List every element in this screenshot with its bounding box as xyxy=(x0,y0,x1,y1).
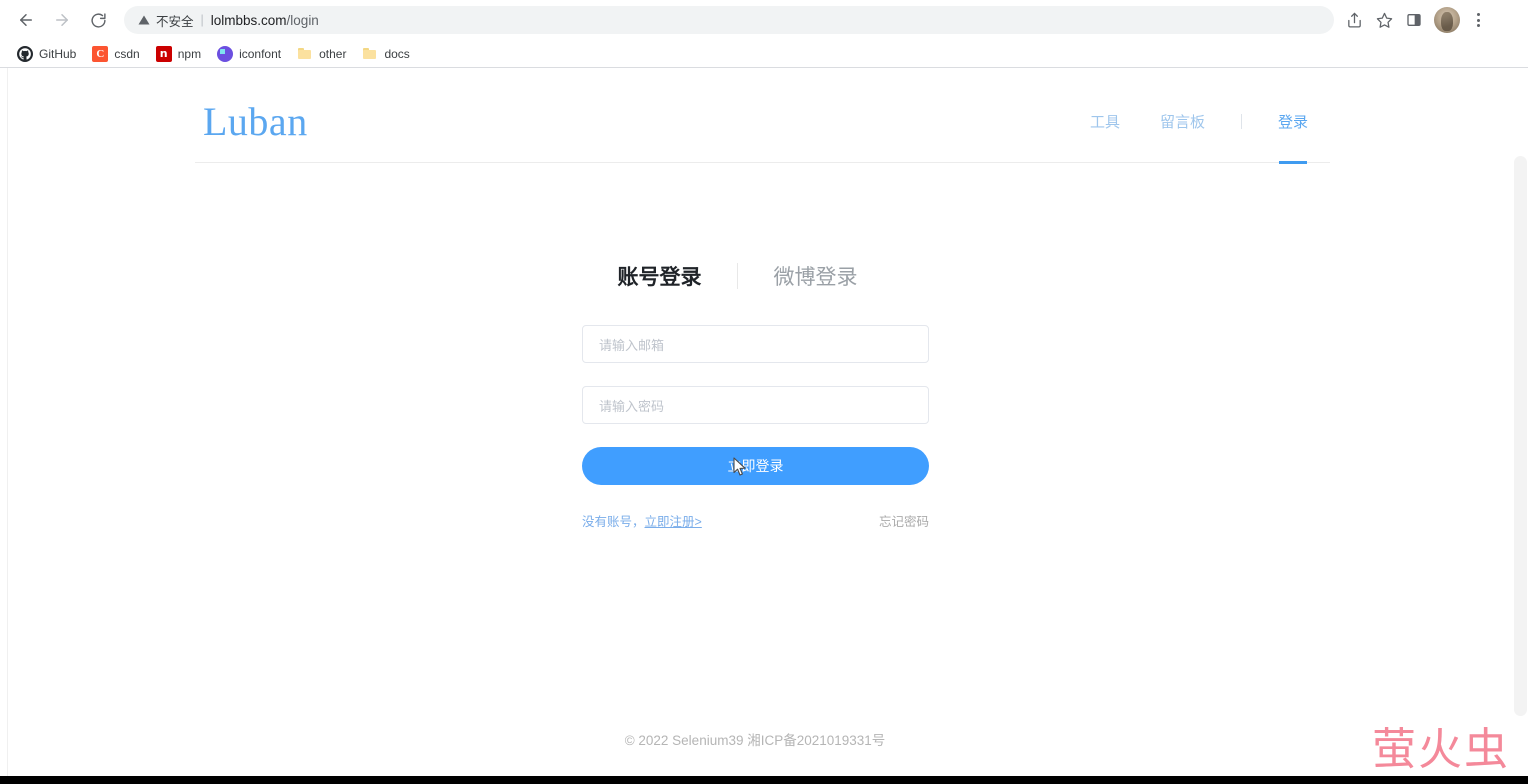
forgot-password-link[interactable]: 忘记密码 xyxy=(879,511,929,530)
bookmark-label: csdn xyxy=(114,46,140,61)
side-panel-icon[interactable] xyxy=(1400,6,1428,34)
register-link[interactable]: 没有账号，立即注册> xyxy=(582,511,702,530)
tab-weibo-login[interactable]: 微博登录 xyxy=(738,261,893,291)
bookmark-github[interactable]: GitHub xyxy=(10,43,83,65)
bookmark-label: other xyxy=(319,46,347,61)
bookmarks-bar: GitHub C csdn n npm iconfont other docs xyxy=(0,40,1528,67)
screen-bottom-strip xyxy=(0,776,1528,784)
tab-account-login[interactable]: 账号登录 xyxy=(582,261,737,291)
nav-item-login[interactable]: 登录 xyxy=(1258,81,1328,162)
back-button[interactable] xyxy=(11,5,41,35)
bookmark-label: npm xyxy=(177,46,202,61)
page-viewport: Luban 工具 留言板 登录 账号登录 微博登录 请输入邮箱 请输入密码 立即… xyxy=(0,68,1528,776)
site-header: Luban 工具 留言板 登录 xyxy=(195,81,1330,163)
watermark: 萤火虫 xyxy=(1372,725,1510,774)
url-path: /login xyxy=(286,12,319,28)
page-left-gutter xyxy=(0,68,8,776)
login-card: 账号登录 微博登录 请输入邮箱 请输入密码 立即登录 没有账号，立即注册> 忘记… xyxy=(582,261,929,530)
nav-item-message-board[interactable]: 留言板 xyxy=(1140,81,1225,162)
scrollbar-thumb[interactable] xyxy=(1514,156,1527,716)
url-host: lolmbbs.com xyxy=(210,12,287,28)
address-bar-url: lolmbbs.com/login xyxy=(211,13,319,28)
iconfont-icon xyxy=(217,45,234,62)
nav-divider xyxy=(1240,114,1242,129)
profile-avatar[interactable] xyxy=(1434,7,1460,33)
email-field[interactable]: 请输入邮箱 xyxy=(582,325,929,363)
npm-icon: n xyxy=(155,45,172,62)
register-prefix: 没有账号， xyxy=(582,515,645,529)
password-field[interactable]: 请输入密码 xyxy=(582,386,929,424)
password-placeholder: 请输入密码 xyxy=(599,398,665,414)
page-scrollbar[interactable] xyxy=(1513,68,1528,776)
folder-icon xyxy=(362,46,378,62)
forward-button[interactable] xyxy=(47,5,77,35)
bookmark-csdn[interactable]: C csdn xyxy=(85,43,146,65)
security-status-text: 不安全 xyxy=(156,14,194,29)
csdn-icon: C xyxy=(92,45,109,62)
address-bar[interactable]: 不安全 | lolmbbs.com/login xyxy=(124,6,1334,34)
toolbar-actions xyxy=(1340,6,1492,34)
login-tabs: 账号登录 微博登录 xyxy=(582,261,929,291)
bookmark-docs[interactable]: docs xyxy=(355,43,416,65)
warning-triangle-icon[interactable] xyxy=(138,14,150,26)
nav-item-tools[interactable]: 工具 xyxy=(1070,81,1140,162)
bookmark-label: docs xyxy=(384,46,410,61)
bookmark-label: iconfont xyxy=(239,46,282,61)
bookmark-label: GitHub xyxy=(39,46,77,61)
site-footer: © 2022 Selenium39 湘ICP备2021019331号 xyxy=(624,733,886,748)
email-placeholder: 请输入邮箱 xyxy=(599,337,665,353)
omnibox-separator: | xyxy=(200,13,204,27)
folder-icon xyxy=(297,46,313,62)
login-links: 没有账号，立即注册> 忘记密码 xyxy=(582,511,929,530)
github-icon xyxy=(17,45,33,62)
three-dot-menu-icon[interactable] xyxy=(1466,6,1490,34)
bookmark-npm[interactable]: n npm xyxy=(149,43,208,65)
bookmark-other[interactable]: other xyxy=(290,43,353,65)
register-link-text[interactable]: 立即注册> xyxy=(645,515,702,529)
share-icon[interactable] xyxy=(1340,6,1368,34)
login-submit-button[interactable]: 立即登录 xyxy=(582,447,929,485)
reload-button[interactable] xyxy=(83,5,113,35)
site-logo[interactable]: Luban xyxy=(195,101,308,142)
star-icon[interactable] xyxy=(1370,6,1398,34)
browser-chrome: 不安全 | lolmbbs.com/login GitHub C csdn n … xyxy=(0,0,1528,68)
site-nav: 工具 留言板 登录 xyxy=(1070,81,1330,162)
browser-toolbar: 不安全 | lolmbbs.com/login xyxy=(0,0,1528,40)
bookmark-iconfont[interactable]: iconfont xyxy=(210,43,288,65)
